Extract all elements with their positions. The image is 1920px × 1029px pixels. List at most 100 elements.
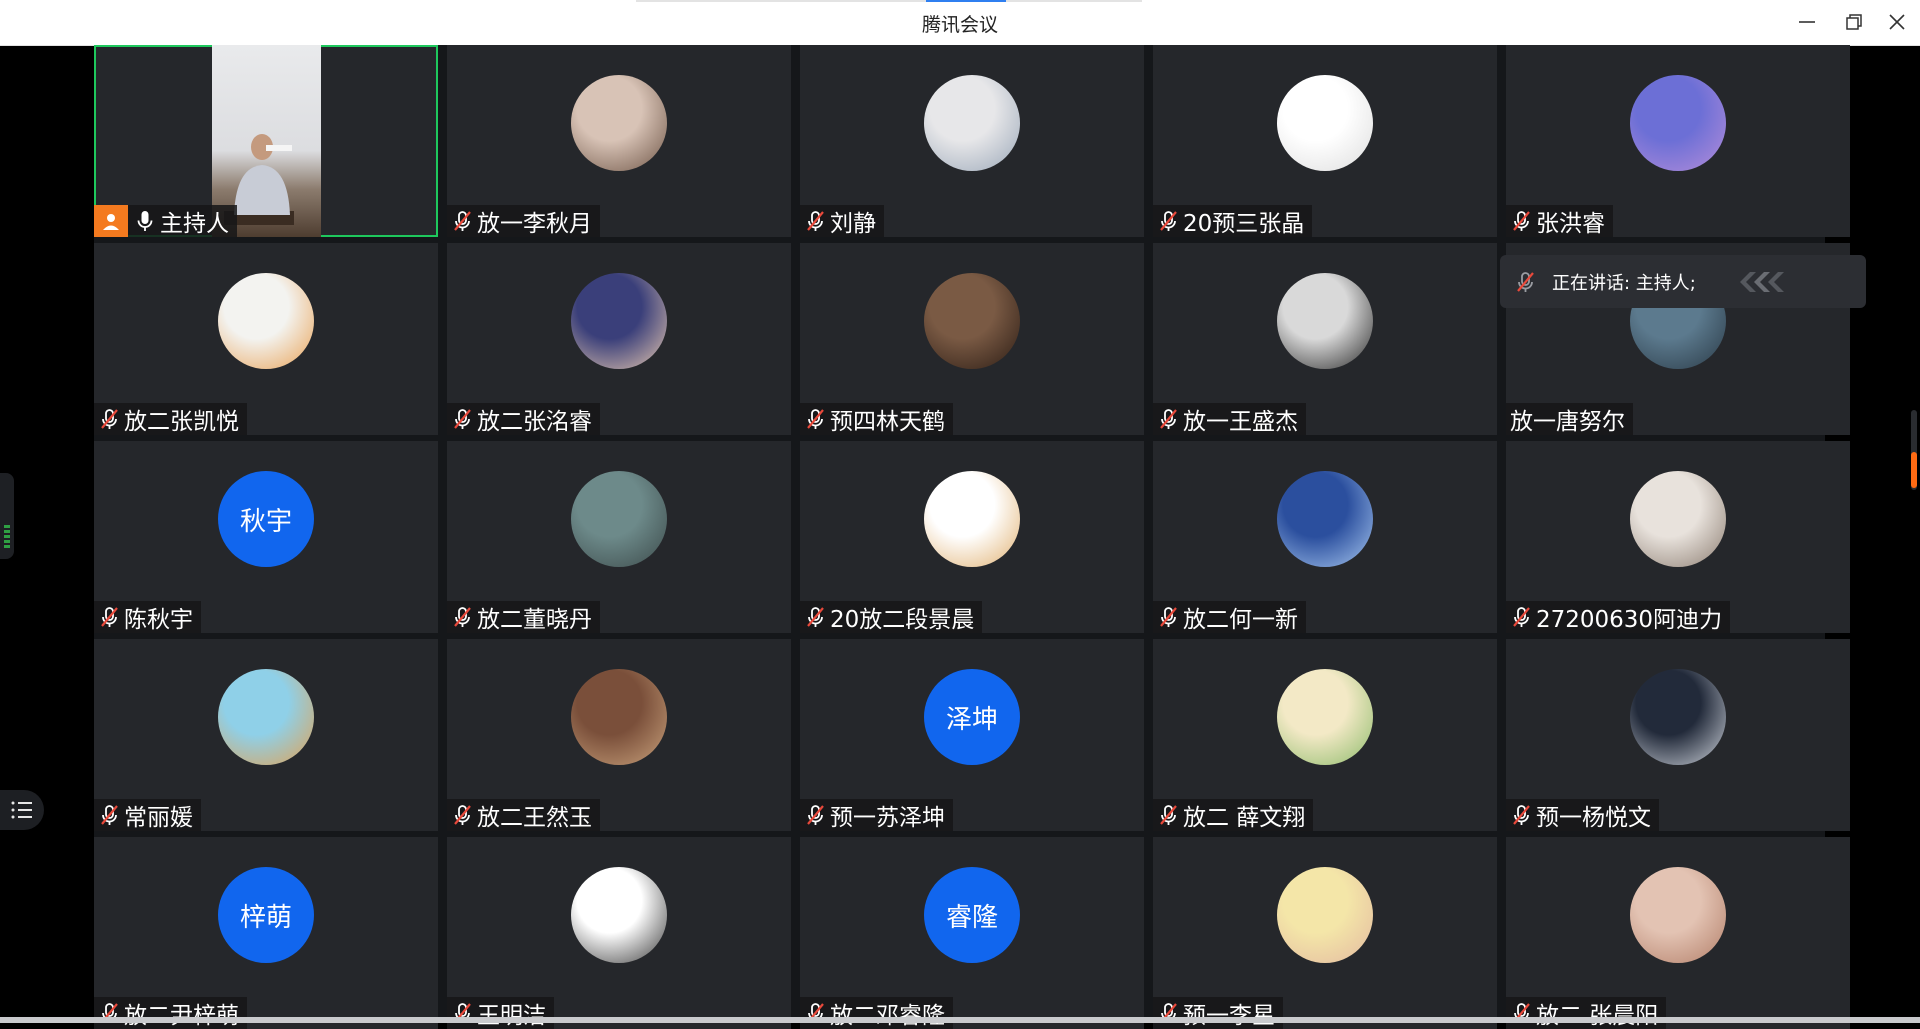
participant-namebar: 王明洁 xyxy=(447,997,554,1029)
participant-namebar: 放一李秋月 xyxy=(447,205,600,237)
participant-namebar: 主持人 xyxy=(94,205,237,237)
participant-namebar: 放二董晓丹 xyxy=(447,601,600,633)
participant-tile[interactable]: 放二董晓丹 xyxy=(447,441,791,633)
participant-namebar: 放二张凯悦 xyxy=(94,403,247,435)
restore-icon[interactable] xyxy=(1838,10,1868,34)
mic-muted-icon xyxy=(451,605,473,629)
participant-name: 放二 薛文翔 xyxy=(1183,805,1306,831)
mic-muted-icon xyxy=(98,605,120,629)
participant-tile[interactable]: 睿隆放二邓睿隆 xyxy=(800,837,1144,1029)
participant-namebar: 放二邓睿隆 xyxy=(800,997,953,1029)
avatar xyxy=(1277,669,1373,765)
participant-tile[interactable]: 预一杨悦文 xyxy=(1506,639,1850,831)
close-icon[interactable] xyxy=(1882,10,1912,34)
avatar xyxy=(571,273,667,369)
avatar-initials: 梓萌 xyxy=(218,867,314,963)
participant-tile[interactable]: 泽坤 预一苏泽坤 xyxy=(800,639,1144,831)
participant-name: 放二王然玉 xyxy=(477,805,592,831)
mic-muted-icon xyxy=(98,803,120,827)
participant-tile[interactable]: 放二何一新 xyxy=(1153,441,1497,633)
participant-tile[interactable]: 放二 张晨阳 xyxy=(1506,837,1850,1029)
participant-name: 预一李星 xyxy=(1183,1003,1275,1029)
participant-namebar: 预四林天鹤 xyxy=(800,403,953,435)
member-list-button[interactable] xyxy=(0,790,44,830)
participant-tile[interactable]: 20预三张晶 xyxy=(1153,45,1497,237)
participant-namebar: 放二尹梓萌 xyxy=(94,997,247,1029)
participant-tile[interactable]: 主持人 xyxy=(94,45,438,237)
participant-tile[interactable]: 放二张洺睿 xyxy=(447,243,791,435)
participant-tile[interactable]: 20放二段景晨 xyxy=(800,441,1144,633)
speaking-waves-icon xyxy=(1740,272,1784,292)
participant-name: 预一苏泽坤 xyxy=(830,805,945,831)
participant-name: 王明洁 xyxy=(477,1003,546,1029)
participant-tile[interactable]: 放二 薛文翔 xyxy=(1153,639,1497,831)
participant-tile[interactable]: 张洪睿 xyxy=(1506,45,1850,237)
participant-tile[interactable]: 放二王然玉 xyxy=(447,639,791,831)
participant-namebar: 放二 薛文翔 xyxy=(1153,799,1314,831)
participant-name: 放一李秋月 xyxy=(477,211,592,237)
minimize-icon[interactable] xyxy=(1792,10,1822,34)
participant-tile[interactable]: 放二张凯悦 xyxy=(94,243,438,435)
mic-muted-icon xyxy=(804,407,826,431)
participant-name: 放一唐努尔 xyxy=(1510,409,1625,435)
avatar xyxy=(218,669,314,765)
participant-namebar: 预一杨悦文 xyxy=(1506,799,1659,831)
participant-namebar: 预一苏泽坤 xyxy=(800,799,953,831)
scrollbar-thumb[interactable] xyxy=(1911,452,1917,488)
participant-name: 27200630阿迪力 xyxy=(1536,607,1723,633)
participant-tile[interactable]: 刘静 xyxy=(800,45,1144,237)
participant-namebar: 放二王然玉 xyxy=(447,799,600,831)
participant-tile[interactable]: 27200630阿迪力 xyxy=(1506,441,1850,633)
participant-namebar: 放二何一新 xyxy=(1153,601,1306,633)
mic-muted-icon xyxy=(1510,803,1532,827)
mic-muted-icon xyxy=(804,605,826,629)
participant-tile[interactable]: 预一李星 xyxy=(1153,837,1497,1029)
participant-namebar: 刘静 xyxy=(800,205,884,237)
participant-tile[interactable]: 常丽媛 xyxy=(94,639,438,831)
title-accent-line xyxy=(636,0,1142,2)
participant-namebar: 放一唐努尔 xyxy=(1506,403,1633,435)
avatar xyxy=(571,75,667,171)
avatar xyxy=(571,669,667,765)
avatar xyxy=(1277,471,1373,567)
mic-muted-icon xyxy=(1510,209,1532,233)
participant-tile[interactable]: 放一李秋月 xyxy=(447,45,791,237)
participant-namebar: 放二 张晨阳 xyxy=(1506,997,1667,1029)
avatar xyxy=(1630,75,1726,171)
avatar xyxy=(924,75,1020,171)
window-title: 腾讯会议 xyxy=(921,14,998,36)
participant-tile[interactable]: 放一王盛杰 xyxy=(1153,243,1497,435)
mic-muted-icon xyxy=(1510,605,1532,629)
list-icon xyxy=(11,801,32,819)
participant-tile[interactable]: 梓萌放二尹梓萌 xyxy=(94,837,438,1029)
participant-name: 放二张凯悦 xyxy=(124,409,239,435)
mic-muted-icon xyxy=(1157,407,1179,431)
participant-tile[interactable]: 秋宇 陈秋宇 xyxy=(94,441,438,633)
avatar xyxy=(924,471,1020,567)
participant-name: 张洪睿 xyxy=(1536,211,1605,237)
mic-muted-icon xyxy=(1157,605,1179,629)
participant-namebar: 放一王盛杰 xyxy=(1153,403,1306,435)
participant-grid: 主持人 放一李秋月 刘静 20预三张晶 张洪睿 放二张凯悦 放二张洺睿 预四林天鹤 放一王盛杰放… xyxy=(94,45,1850,1029)
title-bar: 腾讯会议 xyxy=(0,0,1920,46)
bottom-edge xyxy=(0,1017,1920,1023)
participant-namebar: 常丽媛 xyxy=(94,799,201,831)
avatar xyxy=(1277,75,1373,171)
scrollbar[interactable] xyxy=(1908,410,1920,490)
host-badge-icon xyxy=(94,205,128,237)
avatar xyxy=(1277,273,1373,369)
avatar-initials: 秋宇 xyxy=(218,471,314,567)
participant-namebar: 20预三张晶 xyxy=(1153,205,1313,237)
participant-name: 预一杨悦文 xyxy=(1536,805,1651,831)
avatar-initials: 睿隆 xyxy=(924,867,1020,963)
mic-muted-icon xyxy=(451,407,473,431)
participant-tile[interactable]: 王明洁 xyxy=(447,837,791,1029)
participant-name: 刘静 xyxy=(830,211,876,237)
avatar xyxy=(571,471,667,567)
participant-name: 放一王盛杰 xyxy=(1183,409,1298,435)
avatar xyxy=(571,867,667,963)
mic-on-icon xyxy=(134,209,156,233)
participant-tile[interactable]: 预四林天鹤 xyxy=(800,243,1144,435)
mic-muted-icon xyxy=(1157,803,1179,827)
avatar xyxy=(1630,669,1726,765)
